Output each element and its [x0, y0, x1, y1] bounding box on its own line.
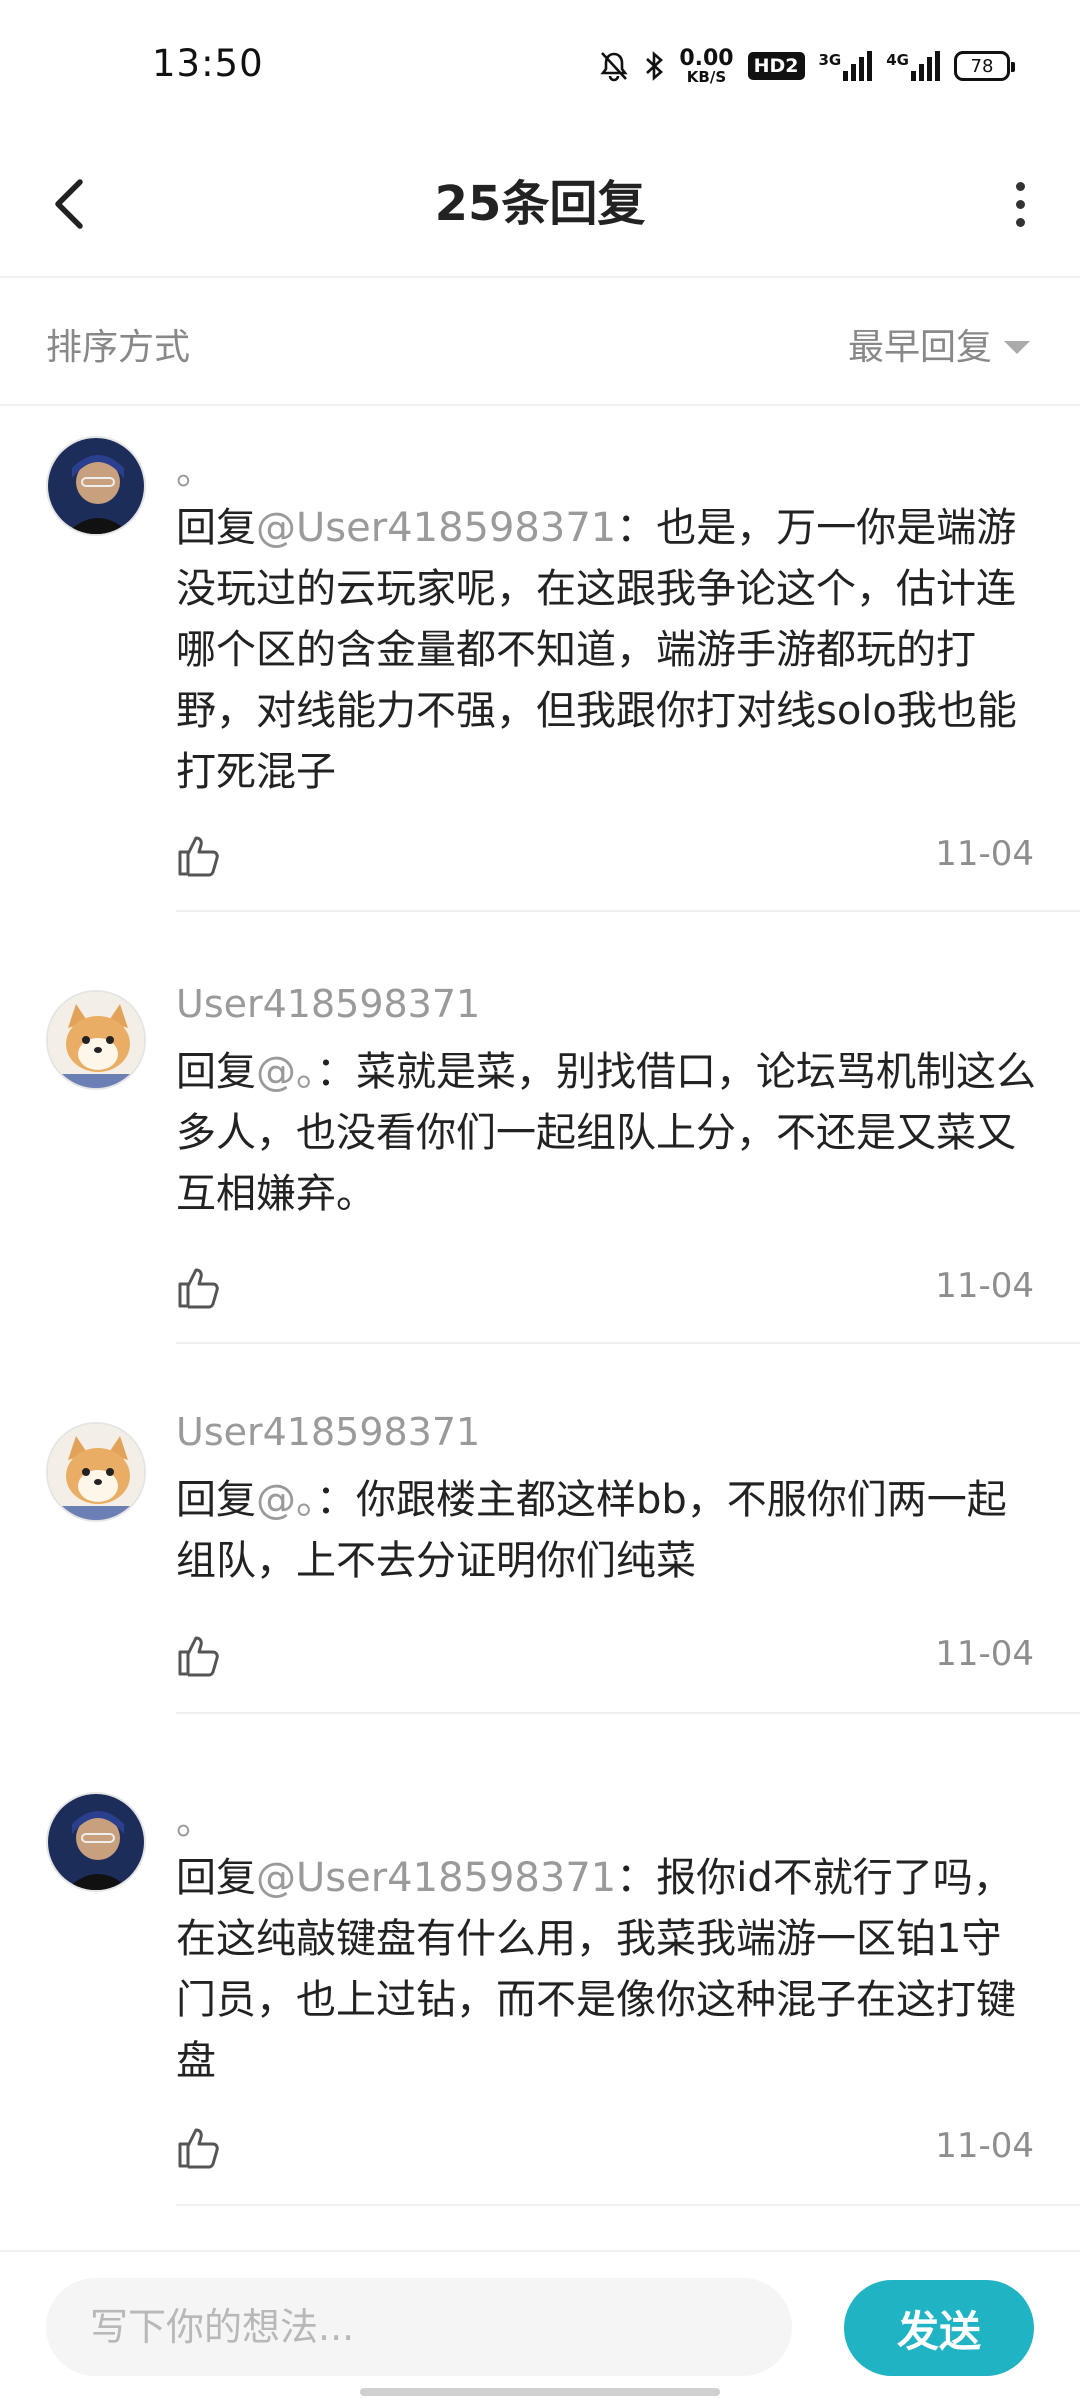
mute-bell-icon [599, 50, 629, 82]
comment-input[interactable] [46, 2278, 792, 2376]
like-button[interactable] [176, 1632, 222, 1678]
comment-text[interactable]: 回复@。：菜就是菜，别找借口，论坛骂机制这么多人，也没看你们一起组队上分，不还是… [176, 1042, 1036, 1225]
comment-username[interactable]: 。 [176, 440, 214, 495]
sort-bar: 排序方式 最早回复 [0, 278, 1080, 406]
avatar[interactable] [46, 436, 146, 536]
comment-date: 11-04 [935, 1266, 1034, 1306]
hd-badge: HD2 [747, 52, 805, 80]
reply-prefix: 回复 [176, 1855, 256, 1901]
comment-username[interactable]: User418598371 [176, 982, 480, 1026]
thumbs-up-icon [178, 1636, 219, 1677]
comment-text[interactable]: 回复@User418598371：报你id不就行了吗，在这纯敲键盘有什么用，我菜… [176, 1848, 1036, 2092]
signal-bars-icon [911, 51, 940, 81]
mention-link[interactable]: @User418598371 [256, 1855, 616, 1901]
sim1-signal: 3G [819, 51, 873, 81]
reply-prefix: 回复 [176, 1049, 256, 1095]
signal-bars-icon [843, 51, 873, 81]
caret-down-icon [1004, 340, 1030, 354]
app-header: 25条回复 [0, 130, 1080, 278]
bluetooth-icon [643, 50, 665, 82]
avatar[interactable] [46, 990, 146, 1090]
battery-level: 78 [970, 55, 994, 77]
comment-date: 11-04 [935, 834, 1034, 874]
mention-link[interactable]: @User418598371 [256, 505, 616, 551]
status-bar: 13:50 0.00 KB/S HD2 3G 4G 78 [0, 0, 1080, 130]
comment-text[interactable]: 回复@User418598371：也是，万一你是端游没玩过的云玩家呢，在这跟我争… [176, 498, 1036, 803]
more-options-icon[interactable] [990, 174, 1050, 234]
sort-dropdown[interactable]: 最早回复 [848, 318, 1030, 370]
status-time: 13:50 [152, 42, 264, 85]
like-button[interactable] [176, 832, 222, 878]
sim2-signal: 4G [886, 51, 940, 81]
sort-label: 排序方式 [46, 327, 191, 368]
avatar[interactable] [46, 1422, 146, 1522]
mention-link[interactable]: @。 [256, 1477, 316, 1523]
thumbs-up-icon [178, 2128, 219, 2169]
mention-link[interactable]: @。 [256, 1049, 316, 1095]
home-indicator[interactable] [360, 2388, 720, 2396]
comment-date: 11-04 [935, 1634, 1034, 1674]
avatar[interactable] [46, 1792, 146, 1892]
comment-compose-bar: 发送 [0, 2250, 1080, 2400]
comment-date: 11-04 [935, 2126, 1034, 2166]
divider [176, 2204, 1080, 2206]
sim2-type: 4G [886, 51, 909, 69]
network-speed: 0.00 KB/S [679, 45, 734, 86]
comment-item: User418598371 回复@。：菜就是菜，别找借口，论坛骂机制这么多人，也… [0, 912, 1080, 1344]
thumbs-up-icon [178, 1268, 219, 1309]
like-button[interactable] [176, 1264, 222, 1310]
comment-item: 。 回复@User418598371：报你id不就行了吗，在这纯敲键盘有什么用，… [0, 1714, 1080, 2206]
sim1-type: 3G [818, 51, 842, 69]
status-icons: 0.00 KB/S HD2 3G 4G 78 [599, 44, 1015, 88]
like-button[interactable] [176, 2124, 222, 2170]
network-speed-unit: KB/S [686, 67, 727, 86]
reply-prefix: 回复 [176, 1477, 256, 1523]
reply-prefix: 回复 [176, 505, 256, 551]
comment-text[interactable]: 回复@。：你跟楼主都这样bb，不服你们两一起组队，上不去分证明你们纯菜 [176, 1470, 1036, 1592]
comment-username[interactable]: User418598371 [176, 1410, 480, 1454]
battery-icon: 78 [954, 51, 1015, 81]
comment-item: 。 回复@User418598371：也是，万一你是端游没玩过的云玩家呢，在这跟… [0, 406, 1080, 912]
network-speed-value: 0.00 [679, 45, 734, 71]
sort-value: 最早回复 [847, 327, 992, 368]
comment-username[interactable]: 。 [176, 1790, 214, 1845]
send-button[interactable]: 发送 [844, 2280, 1034, 2376]
comment-item: User418598371 回复@。：你跟楼主都这样bb，不服你们两一起组队，上… [0, 1344, 1080, 1714]
thumbs-up-icon [178, 836, 219, 877]
page-title: 25条回复 [434, 176, 646, 232]
